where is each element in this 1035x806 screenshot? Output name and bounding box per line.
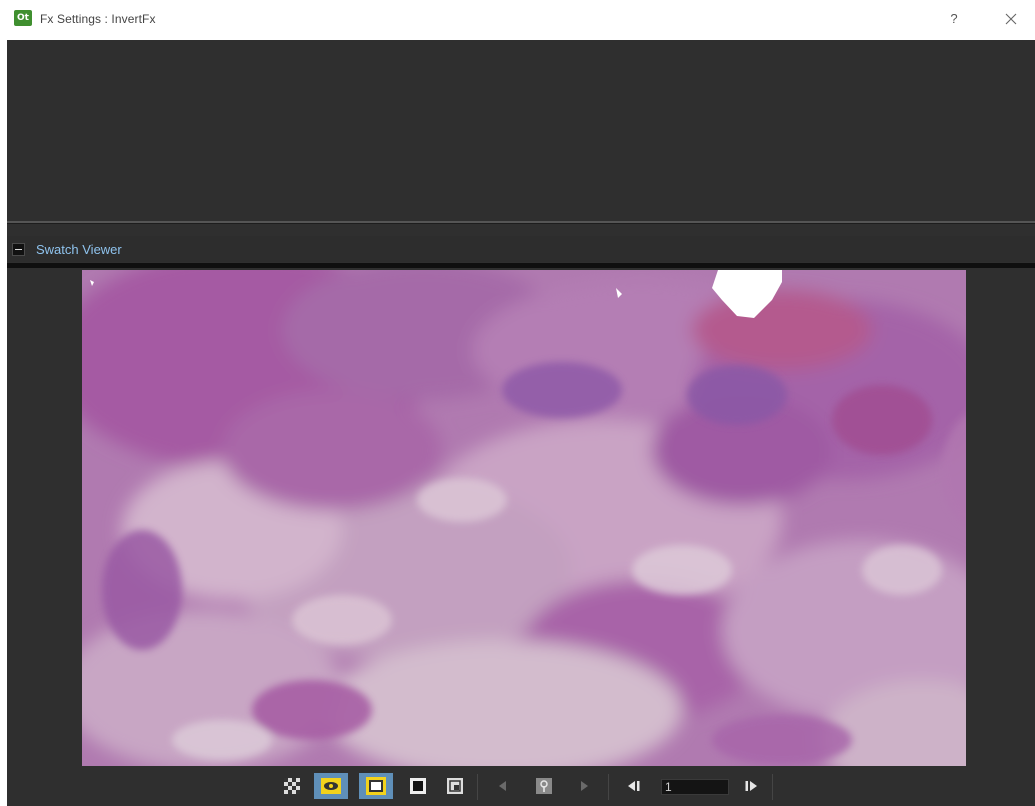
triangle-right-icon (581, 781, 588, 791)
app-logo-icon: Ot (14, 10, 32, 26)
step-back-icon (628, 781, 640, 791)
inverted-image-swatch (82, 270, 966, 766)
preview-toggle-button[interactable] (314, 773, 348, 799)
step-forward-icon (745, 781, 757, 791)
frame-field[interactable] (661, 779, 729, 795)
viewer-toolbar (7, 768, 1035, 806)
title-bar: Ot Fx Settings : InvertFx ? (0, 0, 1035, 40)
fit-view-button[interactable] (445, 776, 465, 796)
close-button[interactable] (998, 8, 1024, 30)
black-square-icon (410, 778, 426, 794)
prev-key-button[interactable] (493, 776, 513, 796)
close-icon (1005, 13, 1017, 25)
toolbar-separator (477, 774, 478, 800)
toolbar-separator (772, 774, 773, 800)
settings-area (7, 40, 1035, 221)
help-button[interactable]: ? (942, 8, 966, 30)
swatch-viewer (7, 268, 1035, 768)
eye-icon (314, 773, 348, 799)
minus-icon[interactable] (12, 243, 25, 256)
swatch-viewer-header: Swatch Viewer (7, 236, 1035, 262)
key-icon (536, 778, 552, 794)
swatch-image[interactable] (82, 270, 966, 766)
white-square-icon (359, 773, 393, 799)
panel-title: Swatch Viewer (36, 242, 122, 257)
window-title: Fx Settings : InvertFx (40, 12, 156, 26)
toolbar-separator (608, 774, 609, 800)
set-key-button[interactable] (534, 776, 554, 796)
white-bg-button[interactable] (359, 773, 393, 799)
next-frame-button[interactable] (741, 776, 761, 796)
checkerboard-bg-button[interactable] (282, 776, 302, 796)
black-bg-button[interactable] (408, 776, 428, 796)
checkerboard-icon (284, 778, 300, 794)
fx-settings-window: Swatch Viewer (7, 40, 1035, 806)
prev-frame-button[interactable] (624, 776, 644, 796)
fit-icon (447, 778, 463, 794)
panel-splitter[interactable] (7, 221, 1035, 224)
next-key-button[interactable] (574, 776, 594, 796)
triangle-left-icon (499, 781, 506, 791)
